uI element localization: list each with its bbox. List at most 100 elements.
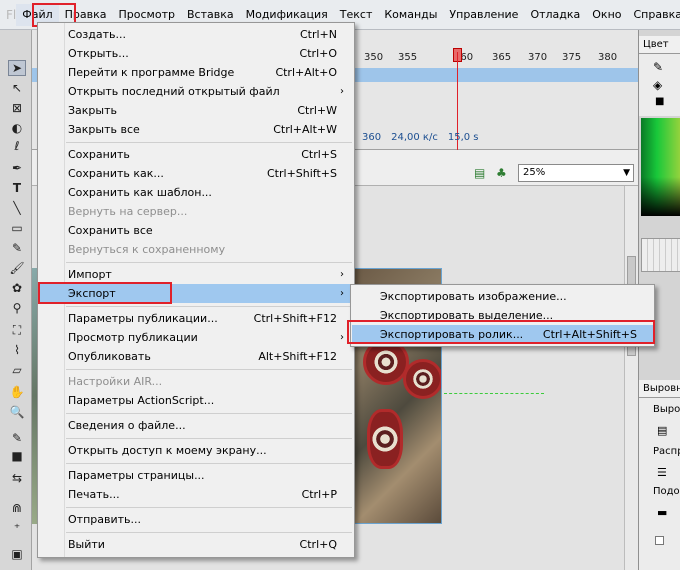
timeline-status: 360 24,00 к/с 15,0 s (362, 132, 479, 143)
menu-item-save-all[interactable]: Сохранить все (39, 221, 353, 240)
line-tool-icon[interactable]: ╲ (8, 200, 26, 216)
menu-item-send[interactable]: Отправить... (39, 510, 353, 529)
swap-colors-icon[interactable]: ⇆ (8, 470, 26, 486)
menu-item-label: Вернуться к сохраненному (68, 243, 226, 256)
menu-item-save-as-template[interactable]: Сохранить как шаблон... (39, 183, 353, 202)
menu-window[interactable]: Окно (586, 4, 627, 26)
color-panel-tab[interactable]: Цвет (639, 36, 680, 54)
snap-to-objects-icon[interactable]: ⋒ (8, 500, 26, 516)
eraser-tool-icon[interactable]: ▱ (8, 362, 26, 378)
menu-item-print[interactable]: Печать... Ctrl+P (39, 485, 353, 504)
menu-item-label: Сведения о файле... (68, 419, 186, 432)
decor-plate (367, 409, 403, 469)
menu-item-share-screen[interactable]: Открыть доступ к моему экрану... (39, 441, 353, 460)
edit-symbols-icon[interactable]: ♣ (496, 166, 507, 180)
menu-item-open[interactable]: Открыть... Ctrl+O (39, 44, 353, 63)
menu-item-shortcut: Ctrl+Shift+S (267, 167, 337, 180)
subselection-tool-icon[interactable]: ↖ (8, 80, 26, 96)
submenu-arrow-icon: › (340, 86, 344, 97)
menu-item-label: Вернуть на сервер... (68, 205, 188, 218)
menu-item-label: Сохранить как... (68, 167, 164, 180)
chevron-down-icon: ▼ (623, 168, 630, 178)
export-movie-annotation-box (347, 320, 655, 344)
menu-item-publish-settings[interactable]: Параметры публикации... Ctrl+Shift+F12 (39, 309, 353, 328)
swap-colors-icon[interactable]: ■ (655, 96, 664, 107)
menu-item-label: Параметры публикации... (68, 312, 218, 325)
pencil-tool-icon[interactable]: ✎ (8, 240, 26, 256)
app-logo: Fl (6, 7, 17, 22)
menu-item-label: Импорт (68, 268, 112, 281)
edit-scene-icon[interactable]: ▤ (474, 166, 485, 180)
swatch-grid[interactable] (641, 238, 680, 272)
selection-tool-icon[interactable]: ➤ (8, 60, 26, 76)
tools-panel: ➤ ↖ ⊠ ◐ ℓ ✒ T ╲ ▭ ✎ 🖌 ✿ ⚲ ⛶ ⌇ ▱ ✋ 🔍 ✎ ■ … (0, 30, 32, 570)
bone-tool-icon[interactable]: ⚲ (8, 300, 26, 316)
menu-separator (66, 463, 352, 464)
hand-tool-icon[interactable]: ✋ (8, 384, 26, 400)
menu-item-close[interactable]: Закрыть Ctrl+W (39, 101, 353, 120)
menu-item-open-recent[interactable]: Открыть последний открытый файл › (39, 82, 353, 101)
frame-rate[interactable]: 24,00 к/с (391, 132, 438, 143)
align-panel-tab[interactable]: Выровн (639, 380, 680, 398)
submenu-arrow-icon: › (340, 288, 344, 299)
menu-item-save[interactable]: Сохранить Ctrl+S (39, 145, 353, 164)
rectangle-tool-icon[interactable]: ▭ (8, 220, 26, 236)
menu-item-new[interactable]: Создать... Ctrl+N (39, 25, 353, 44)
menu-separator (66, 413, 352, 414)
menu-item-shortcut: Ctrl+W (297, 104, 337, 117)
menu-item-publish[interactable]: Опубликовать Alt+Shift+F12 (39, 347, 353, 366)
lasso-tool-icon[interactable]: ℓ (8, 138, 26, 154)
menu-item-close-all[interactable]: Закрыть все Ctrl+Alt+W (39, 120, 353, 139)
stage-scrollbar[interactable] (624, 186, 638, 570)
menu-item-label: Сохранить как шаблон... (68, 186, 212, 199)
ruler-tick-label: 365 (492, 52, 512, 63)
menu-item-label: Просмотр публикации (68, 331, 198, 344)
free-transform-tool-icon[interactable]: ⊠ (8, 100, 26, 116)
menu-debug[interactable]: Отладка (524, 4, 586, 26)
match-width-icon[interactable]: ▬ (657, 506, 667, 519)
3d-rotation-tool-icon[interactable]: ◐ (8, 120, 26, 136)
menu-item-file-info[interactable]: Сведения о файле... (39, 416, 353, 435)
stroke-color-icon[interactable]: ✎ (653, 60, 663, 74)
menu-control[interactable]: Управление (443, 4, 524, 26)
menu-item-label: Экспортировать изображение... (380, 290, 567, 303)
zoom-select[interactable]: 25% ▼ (518, 164, 634, 182)
smooth-icon[interactable]: ⁺ (8, 520, 26, 536)
distribute-label: Распре (653, 446, 680, 457)
menu-item-label: Открыть... (68, 47, 129, 60)
menu-item-page-setup[interactable]: Параметры страницы... (39, 466, 353, 485)
straighten-icon[interactable]: ▣ (8, 546, 26, 562)
menu-commands[interactable]: Команды (378, 4, 443, 26)
menu-separator (66, 438, 352, 439)
deco-tool-icon[interactable]: ✿ (8, 280, 26, 296)
menu-item-label: Отправить... (68, 513, 141, 526)
menu-item-export-image[interactable]: Экспортировать изображение... (352, 287, 653, 306)
current-frame: 360 (362, 132, 382, 143)
frame-rate-value: 24,00 (391, 132, 420, 143)
pen-tool-icon[interactable]: ✒ (8, 160, 26, 176)
fill-color-icon[interactable]: ◈ (653, 78, 662, 92)
menu-item-save-as[interactable]: Сохранить как... Ctrl+Shift+S (39, 164, 353, 183)
brush-tool-icon[interactable]: 🖌 (8, 260, 26, 276)
menu-item-exit[interactable]: Выйти Ctrl+Q (39, 535, 353, 554)
menu-help[interactable]: Справка (628, 4, 680, 26)
text-tool-icon[interactable]: T (8, 180, 26, 196)
zoom-tool-icon[interactable]: 🔍 (8, 404, 26, 420)
stroke-color-icon[interactable]: ✎ (8, 430, 26, 446)
eyedropper-tool-icon[interactable]: ⌇ (8, 342, 26, 358)
color-spectrum[interactable] (641, 118, 680, 216)
align-to-stage-checkbox[interactable] (655, 536, 664, 545)
distribute-top-icon[interactable]: ☰ (657, 466, 667, 479)
align-left-icon[interactable]: ▤ (657, 424, 667, 437)
menu-item-publish-preview[interactable]: Просмотр публикации › (39, 328, 353, 347)
menu-item-label: Настройки AIR... (68, 375, 163, 388)
frame-rate-unit: к/с (422, 132, 438, 143)
fill-color-icon[interactable]: ■ (8, 448, 26, 464)
menu-item-actionscript-settings[interactable]: Параметры ActionScript... (39, 391, 353, 410)
menu-item-label: Печать... (68, 488, 120, 501)
menu-item-air-settings: Настройки AIR... (39, 372, 353, 391)
align-label: Выров (653, 404, 680, 415)
menu-separator (66, 262, 352, 263)
menu-item-bridge[interactable]: Перейти к программе Bridge Ctrl+Alt+O (39, 63, 353, 82)
paint-bucket-tool-icon[interactable]: ⛶ (8, 322, 26, 338)
